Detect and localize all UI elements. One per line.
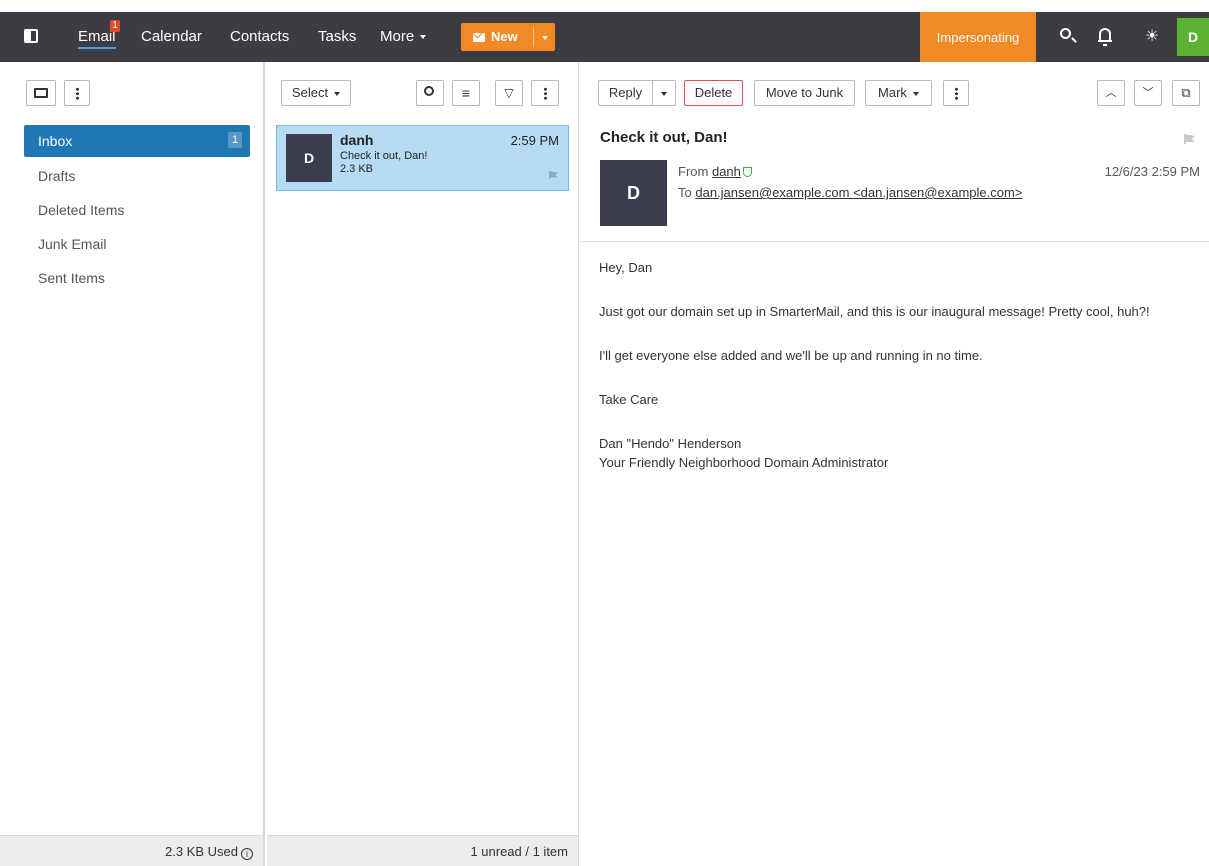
chevron-up-icon: ︿ [1105,87,1117,99]
folder-icon [34,87,48,98]
sidebar-toggle-icon[interactable] [24,29,38,43]
mail-icon [473,33,485,42]
search-icon [1060,28,1071,39]
reply-button[interactable]: Reply [599,81,653,105]
email-unread-badge: 1 [110,20,120,32]
folder-item-sent-items[interactable]: Sent Items [24,262,250,294]
flag-icon[interactable] [1184,134,1195,144]
chevron-down-icon [334,91,341,96]
impersonating-indicator[interactable]: Impersonating [920,12,1036,62]
theme-toggle-button[interactable]: ☀ [1137,12,1167,62]
message-sender: danh [340,132,374,148]
to-label: To [678,185,692,200]
user-avatar[interactable]: D [1177,18,1209,56]
body-paragraph: I'll get everyone else added and we'll b… [599,348,983,363]
to-line: To dan.jansen@example.com <dan.jansen@ex… [678,185,1022,200]
info-icon[interactable]: i [241,848,253,860]
new-button-label: New [491,29,518,44]
message-time: 2:59 PM [510,133,559,148]
message-count-footer: 1 unread / 1 item [267,835,578,866]
flag-icon[interactable] [549,171,558,179]
sender-avatar: D [286,134,332,182]
reading-pane: Reply Delete Move to Junk Mark ︿ ﹀ ⧉ Che… [580,62,1209,866]
inbox-unread-count: 1 [228,132,242,148]
message-subject-heading: Check it out, Dan! [600,129,728,146]
more-options-icon [75,87,79,101]
message-date: 12/6/23 2:59 PM [1104,164,1200,179]
header-divider [580,241,1209,242]
verified-shield-icon [742,167,752,177]
signature-title: Your Friendly Neighborhood Domain Admini… [599,455,889,470]
previous-message-button[interactable]: ︿ [1097,80,1125,106]
folder-pane: Inbox 1 Drafts Deleted Items Junk Email … [0,62,265,866]
pop-out-icon: ⧉ [1181,85,1191,100]
message-size: 2.3 KB [340,163,374,175]
bell-icon [1098,28,1112,46]
next-message-button[interactable]: ﹀ [1134,80,1162,106]
folder-item-deleted-items[interactable]: Deleted Items [24,194,250,226]
nav-calendar-tab[interactable]: Calendar [141,12,202,62]
folder-item-inbox[interactable]: Inbox 1 [24,125,250,157]
folder-item-junk-email[interactable]: Junk Email [24,228,250,260]
message-list-item[interactable]: D danh 2:59 PM Check it out, Dan! 2.3 KB [276,125,569,191]
new-message-main[interactable]: New [461,23,533,51]
folder-item-label: Inbox [38,133,73,149]
nav-more-menu[interactable]: More [380,12,427,62]
delete-button[interactable]: Delete [684,80,743,106]
pop-out-button[interactable]: ⧉ [1172,80,1200,106]
select-label: Select [291,85,329,100]
list-options-button[interactable] [531,80,559,106]
body-paragraph: Just got our domain set up in SmarterMai… [599,304,1150,319]
mark-dropdown[interactable]: Mark [865,80,932,106]
recipient-link[interactable]: dan.jansen@example.com <dan.jansen@examp… [695,185,1022,200]
nav-email-tab[interactable]: Email 1 [78,12,120,62]
folder-button[interactable] [26,80,56,106]
top-navigation-bar: Email 1 Calendar Contacts Tasks More New… [0,12,1209,62]
folder-item-drafts[interactable]: Drafts [24,160,250,192]
more-options-icon [954,87,958,101]
sender-avatar: D [600,160,667,226]
from-label: From [678,164,709,179]
message-body: Hey, Dan Just got our domain set up in S… [599,258,1199,472]
more-options-icon [543,87,547,101]
sort-icon: ≡ [461,85,471,101]
nav-contacts-tab[interactable]: Contacts [230,12,289,62]
chevron-down-icon [912,91,919,96]
theme-toggle-icon: ☀ [1144,28,1160,45]
nav-tasks-tab[interactable]: Tasks [318,12,356,62]
message-subject: Check it out, Dan! [340,150,428,162]
search-messages-button[interactable] [416,80,444,106]
mark-label: Mark [878,85,907,100]
notifications-button[interactable] [1090,12,1120,62]
nav-more-label: More [380,28,415,45]
chevron-down-icon [420,35,427,40]
search-icon [424,86,434,96]
filter-icon: ▽ [504,86,514,100]
message-options-button[interactable] [943,80,969,106]
storage-used-text: 2.3 KB Used [165,844,238,859]
new-dropdown-toggle[interactable] [533,27,555,47]
message-list-pane: Select ≡ ▽ D danh 2:59 PM Check it out, … [267,62,579,866]
chevron-down-icon [661,91,667,96]
reply-button-group[interactable]: Reply [598,80,676,106]
filter-button[interactable]: ▽ [495,80,523,106]
body-paragraph: Take Care [599,392,659,407]
chevron-down-icon [541,35,548,40]
signature-name: Dan "Hendo" Henderson [599,436,742,451]
select-dropdown[interactable]: Select [281,80,351,106]
storage-usage-footer: 2.3 KB Used i [0,835,263,866]
reply-dropdown-toggle[interactable] [653,81,675,105]
move-to-junk-button[interactable]: Move to Junk [754,80,855,106]
search-button[interactable] [1051,12,1081,62]
folder-options-button[interactable] [64,80,90,106]
new-message-button[interactable]: New [461,23,555,51]
from-line: From danh [678,164,752,179]
chevron-down-icon: ﹀ [1142,87,1154,99]
sort-button[interactable]: ≡ [452,80,480,106]
sender-link[interactable]: danh [712,164,741,179]
body-paragraph: Hey, Dan [599,260,653,275]
